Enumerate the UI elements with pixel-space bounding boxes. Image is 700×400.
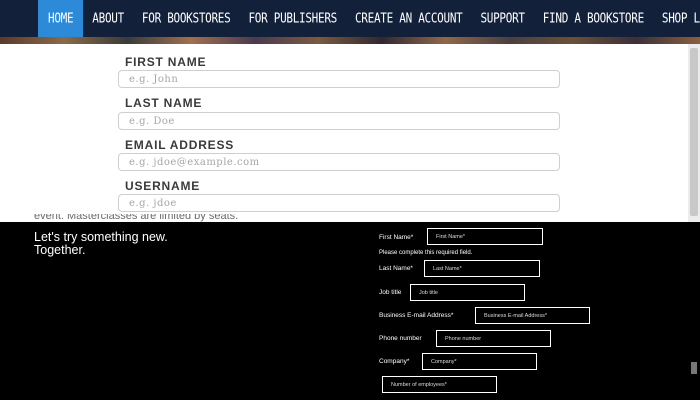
email-field[interactable] <box>118 153 560 171</box>
top-navigation-bar: HOME ABOUT FOR BOOKSTORES FOR PUBLISHERS… <box>0 0 700 44</box>
last-name-label: LAST NAME <box>125 96 203 110</box>
nav-item-for-publishers[interactable]: FOR PUBLISHERS <box>239 0 346 41</box>
lead-phone-label: Phone number <box>379 335 422 342</box>
lead-company-field[interactable] <box>422 353 537 370</box>
nav-item-for-bookstores[interactable]: FOR BOOKSTORES <box>133 0 240 41</box>
headline-line-1: Let's try something new. <box>34 230 168 244</box>
nav-menu: HOME ABOUT FOR BOOKSTORES FOR PUBLISHERS… <box>0 0 700 41</box>
first-name-label: FIRST NAME <box>125 55 207 69</box>
lead-job-title-field[interactable] <box>410 284 525 301</box>
headline-line-2: Together. <box>34 242 86 257</box>
lead-first-name-field[interactable] <box>427 228 543 245</box>
header-image-strip <box>0 37 700 44</box>
lead-employees-field[interactable] <box>382 376 497 393</box>
lead-company-label: Company* <box>379 358 410 365</box>
lead-job-title-label: Job title <box>379 289 402 296</box>
nav-item-find-bookstore[interactable]: FIND A BOOKSTORE <box>534 0 653 41</box>
lead-first-name-label: First Name* <box>379 234 414 241</box>
lead-phone-field[interactable] <box>436 330 551 347</box>
required-field-error: Please complete this required field. <box>379 250 473 256</box>
last-name-field[interactable] <box>118 112 560 130</box>
promo-cut-text: event. Masterclasses are limited by seat… <box>34 214 239 222</box>
lead-last-name-label: Last Name* <box>379 265 413 272</box>
nav-item-support[interactable]: SUPPORT <box>471 0 533 41</box>
first-name-field[interactable] <box>118 70 560 88</box>
nav-item-about[interactable]: ABOUT <box>83 0 133 41</box>
email-label: EMAIL ADDRESS <box>125 138 235 152</box>
lead-email-field[interactable] <box>475 307 590 324</box>
nav-item-create-account[interactable]: CREATE AN ACCOUNT <box>346 0 471 41</box>
lead-last-name-field[interactable] <box>424 260 540 277</box>
username-label: USERNAME <box>125 179 201 193</box>
nav-item-home[interactable]: HOME <box>38 0 84 41</box>
lead-email-label: Business E-mail Address* <box>379 312 454 319</box>
page-scrollbar-thumb[interactable] <box>691 362 697 374</box>
form-scrollbar-thumb[interactable] <box>690 48 698 216</box>
username-field[interactable] <box>118 194 560 212</box>
nav-item-shop-local[interactable]: SHOP LOCAL <box>653 0 700 41</box>
promo-headline: Let's try something new. Together. <box>34 231 168 256</box>
